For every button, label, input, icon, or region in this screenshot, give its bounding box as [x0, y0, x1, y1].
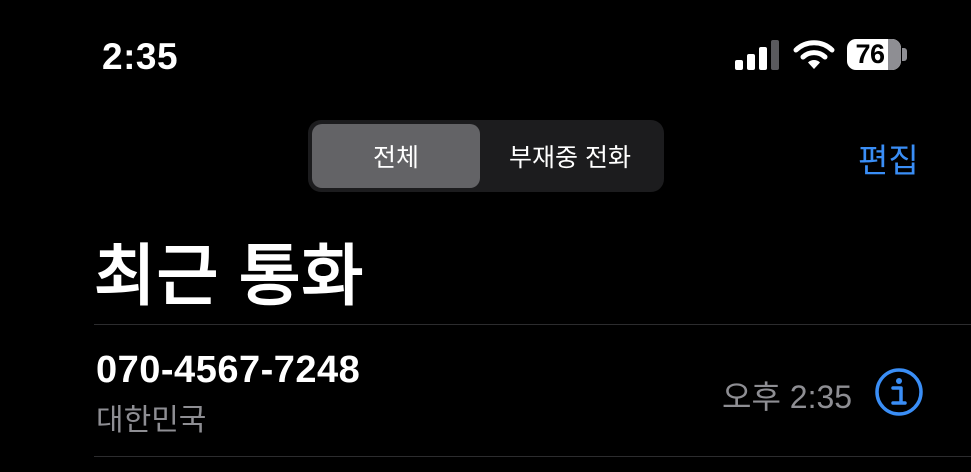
edit-button[interactable]: 편집	[858, 134, 919, 182]
segment-all[interactable]: 전체	[312, 124, 480, 188]
call-time: 오후 2:35	[722, 379, 853, 415]
segment-all-label: 전체	[372, 144, 419, 172]
battery-cap	[902, 48, 907, 61]
battery-indicator: 76	[847, 39, 901, 70]
segment-missed-label: 부재중 전화	[509, 144, 631, 172]
segmented-control: 전체 부재중 전화	[308, 120, 664, 192]
divider	[94, 456, 971, 457]
status-time: 2:35	[102, 36, 179, 77]
call-row[interactable]: 070-4567-7248 대한민국 오후 2:35	[0, 325, 971, 456]
battery-empty-segment	[888, 39, 901, 70]
cellular-signal-icon	[735, 40, 779, 70]
battery-level: 76	[855, 39, 885, 69]
call-location: 대한민국	[96, 404, 207, 437]
page-title: 최근 통화	[94, 239, 365, 314]
segment-missed[interactable]: 부재중 전화	[480, 124, 660, 188]
status-bar: 2:35 76	[0, 0, 971, 100]
info-icon[interactable]	[874, 367, 924, 417]
wifi-icon	[793, 40, 835, 69]
call-number: 070-4567-7248	[96, 349, 361, 391]
